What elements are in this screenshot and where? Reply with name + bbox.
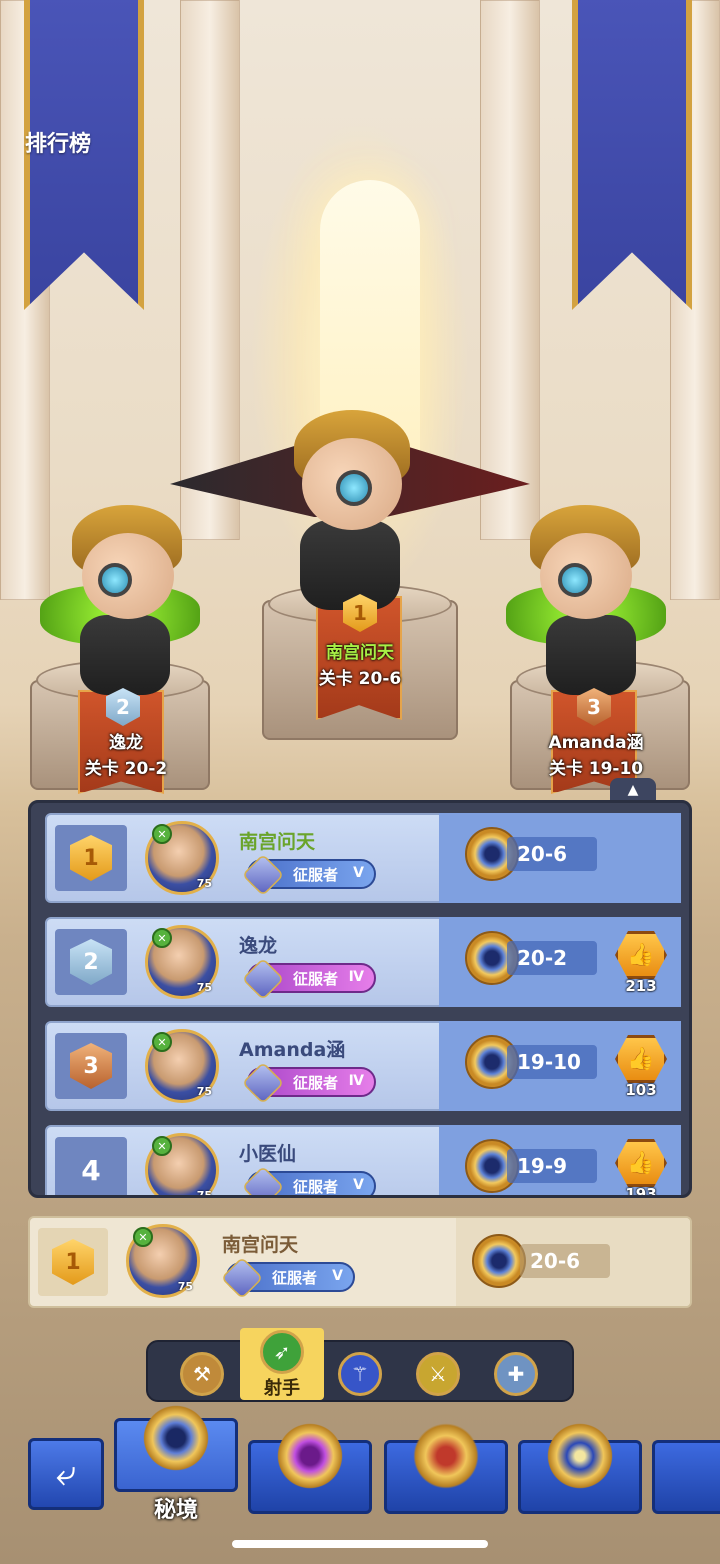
rank-cell: 1 — [55, 825, 127, 891]
title-badge: 征服者 Ⅴ — [220, 1256, 356, 1300]
rank-badge: 3 — [70, 1043, 112, 1089]
rank-cell: 3 — [55, 1033, 127, 1099]
nav-tab-5[interactable] — [652, 1440, 720, 1514]
class-tag-icon: ✕ — [152, 1136, 172, 1156]
title-tier: Ⅴ — [353, 1177, 365, 1193]
sword-icon[interactable]: ⚔ — [416, 1352, 460, 1396]
ranking-list[interactable]: 1 ✕ 75 南宫问天 征服者 Ⅴ 20-6 2 ✕ 75 逸龙 征服者 Ⅳ 2… — [28, 800, 692, 1198]
chevron-up-icon: ▲ — [627, 782, 639, 798]
thumbs-up-icon: 👍 — [627, 1150, 655, 1176]
player-name[interactable]: 小医仙 — [239, 1139, 296, 1166]
avatar-level: 75 — [196, 1085, 212, 1098]
title-badge: 征服者 Ⅴ — [241, 853, 377, 897]
table-row[interactable]: 4 ✕ 75 小医仙 征服者 Ⅴ 19-9 👍 193 — [45, 1125, 681, 1198]
avatar[interactable]: ✕ 75 — [145, 1133, 219, 1198]
class-tag-icon: ✕ — [152, 1032, 172, 1052]
avatar[interactable]: ✕ 75 — [145, 925, 219, 999]
title-text: 征服者 — [293, 1073, 339, 1092]
back-button[interactable]: ⤶ — [28, 1438, 104, 1510]
stage-value: 20-2 — [507, 941, 597, 975]
banner-right — [572, 0, 692, 310]
like-count: 103 — [625, 1081, 657, 1099]
title-tier: Ⅳ — [348, 969, 365, 985]
class-selected-label[interactable]: 射手 — [240, 1374, 324, 1400]
nav-tab-label: 秘境 — [153, 1498, 198, 1523]
gem-icon — [241, 853, 285, 897]
rank-badge: 1 — [70, 835, 112, 881]
collapse-toggle[interactable]: ▲ — [610, 778, 656, 802]
avatar-level: 75 — [196, 1189, 212, 1198]
stage-value: 20-6 — [507, 837, 597, 871]
hero-rank-3[interactable] — [496, 505, 706, 695]
stage-medal-icon — [472, 1234, 526, 1288]
title-badge: 征服者 Ⅴ — [241, 1165, 377, 1196]
axe-icon[interactable]: ⚒ — [180, 1352, 224, 1396]
rank-cell: 2 — [55, 929, 127, 995]
title-text: 征服者 — [272, 1268, 318, 1287]
class-tag-icon: ✕ — [152, 824, 172, 844]
like-count: 213 — [625, 977, 657, 995]
thumbs-up-icon: 👍 — [627, 1046, 655, 1072]
player-name[interactable]: Amanda涵 — [239, 1035, 345, 1062]
class-filter-bar: ⚒ ➶ 射手 ⚚ ⚔ ✚ — [146, 1328, 574, 1402]
podium-stage-3: 关卡 19-10 — [548, 759, 644, 779]
player-name: 南宫问天 — [222, 1234, 299, 1256]
like-count: 193 — [625, 1185, 657, 1198]
stage-value: 19-10 — [507, 1045, 597, 1079]
class-tag-icon: ✕ — [133, 1227, 153, 1247]
avatar[interactable]: ✕ 75 — [126, 1224, 200, 1298]
home-indicator — [232, 1540, 488, 1548]
gem-icon — [241, 1061, 285, 1105]
star-emblem-icon — [544, 1420, 616, 1492]
purple-emblem-icon — [274, 1420, 346, 1492]
title-tier: Ⅳ — [348, 1073, 365, 1089]
hero-rank-1[interactable] — [170, 410, 530, 610]
title-text: 征服者 — [293, 1177, 339, 1196]
title-tier: Ⅴ — [332, 1268, 344, 1284]
my-rank-row[interactable]: 1 ✕ 75 南宫问天 征服者 Ⅴ 20-6 — [28, 1216, 692, 1308]
podium-name-2: 逸龙 — [109, 733, 143, 753]
table-row[interactable]: 2 ✕ 75 逸龙 征服者 Ⅳ 20-2 👍 213 — [45, 917, 681, 1007]
title-text: 征服者 — [293, 865, 339, 884]
rank-badge: 2 — [70, 939, 112, 985]
gem-icon — [220, 1256, 264, 1300]
avatar-level: 75 — [177, 1280, 193, 1293]
avatar-level: 75 — [196, 981, 212, 994]
table-row[interactable]: 3 ✕ 75 Amanda涵 征服者 Ⅳ 19-10 👍 103 — [45, 1021, 681, 1111]
crown-emblem-icon — [410, 1420, 482, 1492]
podium-name-1: 南宫问天 — [326, 643, 394, 663]
podium-stage-1: 关卡 20-6 — [318, 669, 402, 689]
avatar[interactable]: ✕ 75 — [145, 821, 219, 895]
thumbs-up-icon: 👍 — [627, 942, 655, 968]
gem-icon — [241, 1165, 285, 1195]
avatar-level: 75 — [196, 877, 212, 890]
cross-icon[interactable]: ✚ — [494, 1352, 538, 1396]
rank-number: 4 — [81, 1153, 101, 1187]
staff-icon[interactable]: ⚚ — [338, 1352, 382, 1396]
stage-value: 20-6 — [520, 1244, 610, 1278]
return-arrow-icon: ⤶ — [55, 1453, 77, 1494]
page-title: 排行榜 — [25, 132, 92, 157]
stage-value: 19-9 — [507, 1149, 597, 1183]
arena-background: 2 1 3 南宫问天 关卡 20-6 逸龙 关卡 20-2 Amanda涵 关卡… — [0, 0, 720, 820]
bow-icon[interactable]: ➶ — [260, 1330, 304, 1374]
realm-emblem-icon — [140, 1402, 212, 1474]
title-badge: 征服者 Ⅳ — [241, 1061, 377, 1105]
rank-badge: 1 — [52, 1239, 94, 1285]
rank-cell: 4 — [55, 1137, 127, 1195]
title-text: 征服者 — [293, 969, 339, 988]
podium-stage-2: 关卡 20-2 — [84, 759, 168, 779]
player-name[interactable]: 逸龙 — [239, 931, 277, 958]
rank-cell: 1 — [38, 1228, 108, 1296]
class-tag-icon: ✕ — [152, 928, 172, 948]
player-name[interactable]: 南宫问天 — [239, 827, 315, 854]
title-tier: Ⅴ — [353, 865, 365, 881]
podium-name-3: Amanda涵 — [548, 733, 644, 753]
title-badge: 征服者 Ⅳ — [241, 957, 377, 1001]
gem-icon — [241, 957, 285, 1001]
avatar[interactable]: ✕ 75 — [145, 1029, 219, 1103]
table-row[interactable]: 1 ✕ 75 南宫问天 征服者 Ⅴ 20-6 — [45, 813, 681, 903]
